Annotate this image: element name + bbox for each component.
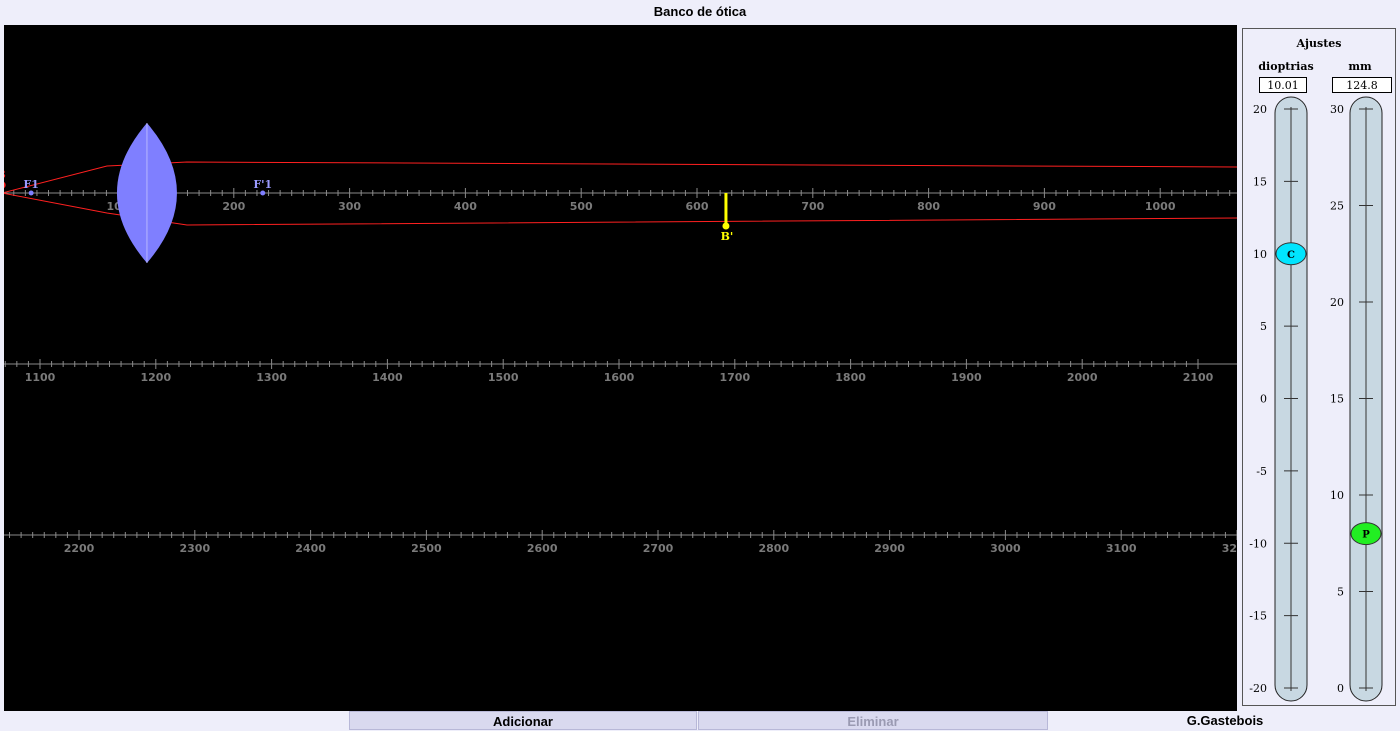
tick-label: 2200 <box>64 542 95 555</box>
tick-label: 2800 <box>758 542 789 555</box>
tick-label: 600 <box>686 200 709 213</box>
bottom-bar: Adicionar Eliminar G.Gastebois <box>0 711 1400 730</box>
tick-label: 300 <box>338 200 361 213</box>
tick-label: 2900 <box>874 542 905 555</box>
tick-label: 2500 <box>411 542 442 555</box>
add-button[interactable]: Adicionar <box>349 711 697 730</box>
tick-label: 1800 <box>835 371 866 384</box>
dioptrias-slider-scale-label: 0 <box>1260 393 1267 406</box>
mm-slider-knob-label: P <box>1362 530 1370 541</box>
tick-label: 1000 <box>1145 200 1176 213</box>
tick-label: 1100 <box>25 371 56 384</box>
tick-label: 1300 <box>256 371 287 384</box>
mm-slider-scale-label: 5 <box>1337 586 1344 599</box>
image-label: B' <box>721 230 734 243</box>
tick-label: 3000 <box>990 542 1021 555</box>
dioptrias-slider-scale-label: -10 <box>1249 537 1267 550</box>
tick-label: 1500 <box>488 371 519 384</box>
mm-slider-scale-label: 20 <box>1330 296 1344 309</box>
dioptrias-slider-scale-label: -5 <box>1256 465 1267 478</box>
focal-point <box>260 190 266 196</box>
dioptrias-slider-scale-label: -20 <box>1249 682 1267 695</box>
mm-slider-scale-label: 0 <box>1337 682 1344 695</box>
tick-label: 200 <box>222 200 245 213</box>
mm-slider-scale-label: 25 <box>1330 200 1344 213</box>
sliders: 20 15 10 5 0 -5 -10 -15 -20 C 30 25 20 15 10 5 0 P <box>1249 96 1383 702</box>
mm-slider-scale-label: 15 <box>1330 393 1344 406</box>
tick-label: 3200 <box>1222 542 1237 555</box>
tick-label: 500 <box>570 200 593 213</box>
optical-bench[interactable]: 100 200 300 400 500 600 700 800 900 1000 1100 1200 1… <box>4 25 1237 711</box>
tick-label: 1400 <box>372 371 403 384</box>
adjustments-panel: Ajustes dioptrias mm 10.01 124.8 20 15 10 5… <box>1242 28 1396 706</box>
tick-label: 800 <box>917 200 940 213</box>
object-label: B <box>4 168 6 181</box>
ray-upper <box>4 161 1237 194</box>
remove-button[interactable]: Eliminar <box>698 711 1048 730</box>
object-handle <box>4 181 6 189</box>
focal-point-label: F'1 <box>253 178 272 191</box>
image-handle <box>722 222 730 230</box>
tick-label: 2300 <box>179 542 210 555</box>
mm-slider-scale-label: 30 <box>1330 103 1344 116</box>
tick-label: 2100 <box>1183 371 1214 384</box>
tick-label: 400 <box>454 200 477 213</box>
tick-label: 1900 <box>951 371 982 384</box>
focal-point <box>28 190 34 196</box>
mm-slider-scale-label: 10 <box>1330 489 1344 502</box>
optical-bench-canvas[interactable]: 100 200 300 400 500 600 700 800 900 10001100 1200 1… <box>4 25 1237 711</box>
dioptrias-slider-scale-label: 10 <box>1253 248 1267 261</box>
tick-label: 2400 <box>295 542 326 555</box>
dioptrias-slider-scale-label: 15 <box>1253 175 1267 188</box>
dioptrias-slider-scale-label: 5 <box>1260 320 1267 333</box>
tick-label: 2700 <box>643 542 674 555</box>
focal-point-label: F1 <box>23 178 38 191</box>
tick-label: 900 <box>1033 200 1056 213</box>
tick-label: 1200 <box>140 371 171 384</box>
dioptrias-slider-knob-label: C <box>1287 250 1295 261</box>
tick-label: 1700 <box>719 371 750 384</box>
tick-label: 2000 <box>1067 371 1098 384</box>
tick-label: 2600 <box>527 542 558 555</box>
dioptrias-slider-scale-label: 20 <box>1253 103 1267 116</box>
window-title: Banco de ótica <box>653 4 747 19</box>
dioptrias-slider-scale-label: -15 <box>1249 610 1267 623</box>
author-label: G.Gastebois <box>1050 711 1400 730</box>
tick-label: 3100 <box>1106 542 1137 555</box>
tick-label: 1600 <box>604 371 635 384</box>
tick-label: 700 <box>801 200 824 213</box>
